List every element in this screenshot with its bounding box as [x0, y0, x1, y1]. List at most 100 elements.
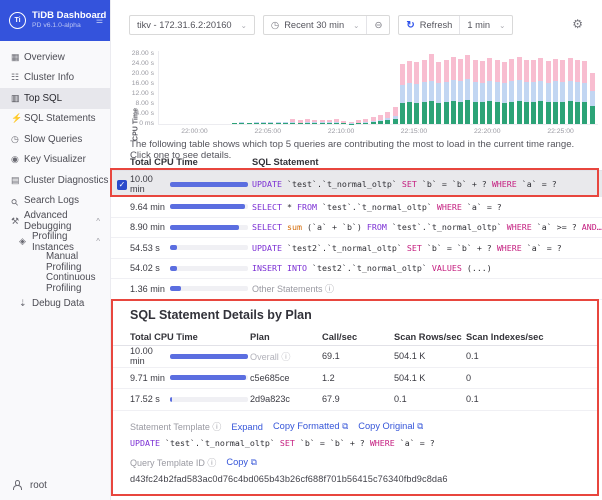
- chart-bar: [290, 119, 295, 124]
- sidebar-collapse-icon[interactable]: ☰: [96, 16, 103, 25]
- sidebar-item-sql-statements[interactable]: ⚡SQL Statements: [0, 109, 110, 130]
- refresh-interval-select[interactable]: 1 min ⌄: [459, 16, 512, 34]
- chart-bar-segment: [422, 60, 427, 82]
- sidebar-item-slow-queries[interactable]: ◷Slow Queries: [0, 129, 110, 150]
- cpu-time-chart: CPU Time 28.00 s24.00 s20.00 s16.00 s12.…: [111, 44, 602, 140]
- chart-bar: [349, 122, 354, 125]
- cpu-bar-track: [170, 204, 248, 209]
- refresh-button[interactable]: ↻ Refresh: [399, 16, 459, 34]
- sidebar-item-continuous-profiling[interactable]: Continuous Profiling: [0, 273, 110, 294]
- details-table-body: 10.00 minOverall ⓘ69.1504.1 K0.19.71 min…: [112, 346, 598, 411]
- copy-formatted-link[interactable]: Copy Formatted ⧉: [273, 421, 348, 432]
- logo-text: Ti: [14, 17, 20, 24]
- sql-token: UPDATE: [252, 243, 282, 253]
- zoom-out-button[interactable]: ⊖: [366, 16, 389, 34]
- chart-bar-segment: [480, 61, 485, 83]
- expand-link[interactable]: Expand: [231, 422, 263, 432]
- plan-row[interactable]: 17.52 s2d9a823c67.90.10.1: [112, 389, 598, 411]
- chart-bar-segment: [553, 81, 558, 101]
- table-row[interactable]: 54.02 sINSERT INTO `test2`.`t_normal_olt…: [111, 259, 602, 280]
- user-menu[interactable]: root: [0, 470, 110, 500]
- chart-bar-segment: [312, 123, 317, 124]
- chart-bar-segment: [568, 81, 573, 101]
- sidebar-item-label: Search Logs: [24, 195, 79, 206]
- total-cpu-time-cell: 1.36 min: [130, 284, 252, 294]
- chart-bar-segment: [590, 91, 595, 107]
- chart-bar: [320, 120, 325, 124]
- sidebar-item-key-visualizer[interactable]: ◉Key Visualizer: [0, 150, 110, 171]
- sidebar-item-advanced-debugging[interactable]: ⚒Advanced Debugging^: [0, 211, 110, 232]
- table-row[interactable]: 9.64 minSELECT * FROM `test`.`t_normal_o…: [111, 197, 602, 218]
- sql-statement-cell: INSERT INTO `test2`.`t_normal_oltp` VALU…: [252, 263, 602, 273]
- copy-link[interactable]: Copy ⧉: [226, 457, 256, 468]
- chart-bar-segment: [422, 82, 427, 102]
- collapse-chevron-icon[interactable]: ^: [96, 237, 100, 246]
- chart-plot-area[interactable]: [158, 51, 598, 125]
- chart-bar: [305, 119, 310, 124]
- table-row[interactable]: 1.36 minOther Statements ⓘ: [111, 279, 602, 300]
- sidebar-item-cluster-info[interactable]: ☷Cluster Info: [0, 68, 110, 89]
- chart-bar: [356, 120, 361, 124]
- chart-bar-segment: [560, 82, 565, 102]
- time-range-select[interactable]: ◷ Recent 30 min ⌄: [264, 16, 367, 34]
- sidebar-item-profiling-instances[interactable]: ◈Profiling Instances^: [0, 232, 110, 253]
- column-total-cpu-time: Total CPU Time: [130, 157, 252, 167]
- sidebar-item-label: Slow Queries: [24, 134, 82, 145]
- table-row[interactable]: 8.90 minSELECT sum (`a` + `b`) FROM `tes…: [111, 218, 602, 239]
- x-tick-label: 22:25:00: [539, 128, 583, 135]
- chart-bar-segment: [393, 107, 398, 116]
- plan-row[interactable]: 9.71 minc5e685ce1.2504.1 K0: [112, 368, 598, 390]
- chart-bar-segment: [531, 60, 536, 82]
- sidebar-item-cluster-diagnostics[interactable]: ▤Cluster Diagnostics: [0, 170, 110, 191]
- sidebar-item-manual-profiling[interactable]: Manual Profiling: [0, 252, 110, 273]
- details-table: Total CPU Time Plan Call/sec Scan Rows/s…: [112, 328, 598, 411]
- app-version: PD v6.1.0-alpha: [32, 22, 90, 30]
- details-table-header: Total CPU Time Plan Call/sec Scan Rows/s…: [112, 328, 598, 346]
- sidebar-item-label: Debug Data: [32, 298, 84, 309]
- scan-rows-sec-cell: 504.1 K: [394, 351, 466, 361]
- copy-original-link[interactable]: Copy Original ⧉: [358, 421, 423, 432]
- statement-template-label: Statement Template ⓘ: [130, 420, 221, 433]
- sidebar-item-search-logs[interactable]: ⚲Search Logs: [0, 191, 110, 212]
- chart-bar-segment: [429, 54, 434, 81]
- sql-token: WHERE: [437, 202, 462, 212]
- chart-bar: [261, 122, 266, 124]
- chart-bar-segment: [261, 123, 266, 124]
- sidebar-item-top-sql[interactable]: ▥Top SQL: [0, 88, 110, 109]
- chart-bar-segment: [283, 123, 288, 125]
- chart-bar: [429, 54, 434, 124]
- plan-row[interactable]: 10.00 minOverall ⓘ69.1504.1 K0.1: [112, 346, 598, 368]
- row-checkbox[interactable]: ✓: [117, 180, 127, 190]
- chart-bar: [480, 61, 485, 124]
- table-row[interactable]: ✓10.00 minUPDATE `test`.`t_normal_oltp` …: [111, 171, 602, 197]
- copy-icon: ⧉: [342, 421, 348, 431]
- settings-gear-icon[interactable]: ⚙: [572, 17, 583, 31]
- sidebar-item-overview[interactable]: ▦Overview: [0, 47, 110, 68]
- chart-bar-segment: [429, 81, 434, 101]
- table-row[interactable]: 54.53 sUPDATE `test2`.`t_normal_oltp` SE…: [111, 238, 602, 259]
- chart-bar-segment: [553, 59, 558, 82]
- cpu-bar-track: [170, 225, 248, 230]
- chart-bar-segment: [465, 55, 470, 79]
- collapse-chevron-icon[interactable]: ^: [96, 217, 100, 226]
- cpu-bar: [170, 286, 181, 291]
- sidebar-item-debug-data[interactable]: ⇣Debug Data: [0, 293, 110, 314]
- cpu-time-value: 10.00 min: [130, 346, 166, 366]
- copy-label: Copy: [226, 457, 248, 467]
- chart-bar-segment: [568, 58, 573, 81]
- cpu-bar-track: [170, 397, 248, 402]
- sql-token: (`a` + `b`): [302, 222, 367, 232]
- chart-bar-segment: [480, 102, 485, 124]
- chart-bar: [473, 60, 478, 124]
- chart-bar-segment: [305, 123, 310, 125]
- chart-bar: [334, 119, 339, 124]
- chart-bar-segment: [407, 83, 412, 103]
- instance-select[interactable]: tikv - 172.31.6.2:20160 ⌄: [129, 15, 255, 35]
- chart-bar-segment: [590, 73, 595, 91]
- sql-token: `a` = ?: [517, 179, 557, 189]
- sql-token: WHERE: [507, 222, 532, 232]
- chart-bar-segment: [436, 103, 441, 124]
- chart-bar-segment: [538, 101, 543, 124]
- chart-bar-segment: [531, 82, 536, 102]
- cpu-bar-track: [170, 286, 248, 291]
